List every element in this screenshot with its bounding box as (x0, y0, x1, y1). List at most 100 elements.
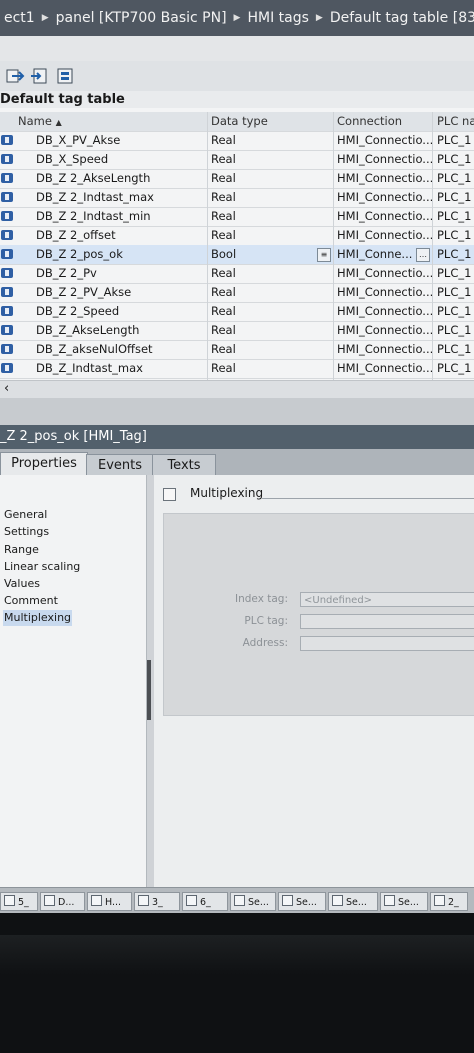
data-type-cell[interactable]: Real (207, 283, 333, 302)
scroll-left-icon[interactable]: ‹ (4, 381, 9, 396)
tag-name-cell[interactable]: DB_X_PV_Akse (17, 131, 207, 150)
nav-linear-scaling[interactable]: Linear scaling (3, 559, 81, 575)
connection-cell[interactable]: HMI_Connectio... (333, 150, 432, 169)
splitter-grip[interactable] (147, 660, 151, 720)
column-header-name[interactable]: Name ▲ (17, 112, 207, 131)
data-type-cell[interactable]: Real (207, 226, 333, 245)
nav-settings[interactable]: Settings (3, 524, 50, 540)
tab-texts[interactable]: Texts (152, 454, 216, 476)
connection-cell[interactable]: HMI_Connectio... (333, 283, 432, 302)
connection-cell[interactable]: HMI_Connectio... (333, 359, 432, 378)
data-type-cell[interactable]: Real (207, 302, 333, 321)
taskbar-item[interactable]: Se... (278, 892, 326, 911)
address-field[interactable] (300, 636, 474, 651)
export-icon[interactable] (6, 67, 26, 85)
table-row[interactable]: DB_Z 2_Pv Real HMI_Connectio... PLC_1 (0, 264, 474, 284)
taskbar-item[interactable]: 2_ (430, 892, 468, 911)
plc-name-cell[interactable]: PLC_1 (432, 207, 474, 226)
data-type-cell[interactable]: Real (207, 207, 333, 226)
plc-name-cell[interactable]: PLC_1 (432, 283, 474, 302)
column-header-connection[interactable]: Connection (333, 112, 432, 131)
table-row[interactable]: DB_X_Speed Real HMI_Connectio... PLC_1 (0, 150, 474, 170)
tag-name-cell[interactable]: DB_Z_Indtast_max (17, 359, 207, 378)
insert-row-icon[interactable] (30, 67, 50, 85)
connection-picker-button[interactable]: … (416, 248, 430, 262)
nav-multiplexing[interactable]: Multiplexing (3, 610, 73, 626)
table-row[interactable]: DB_Z_AkseLength Real HMI_Connectio... PLC_1 (0, 321, 474, 341)
table-row[interactable]: DB_Z 2_offset Real HMI_Connectio... PLC_1 (0, 226, 474, 246)
taskbar-item[interactable]: H... (87, 892, 132, 911)
connection-cell[interactable]: HMI_Connectio... (333, 188, 432, 207)
index-tag-field[interactable]: <Undefined> (300, 592, 474, 607)
plc-name-cell[interactable]: PLC_1 (432, 169, 474, 188)
taskbar-item[interactable]: D... (40, 892, 85, 911)
plc-name-cell[interactable]: PLC_1 (432, 321, 474, 340)
plc-name-cell[interactable]: PLC_1 (432, 340, 474, 359)
data-type-cell[interactable]: Real (207, 150, 333, 169)
horizontal-scrollbar[interactable]: ‹ (0, 380, 474, 399)
taskbar-item[interactable]: 6_ (182, 892, 228, 911)
tab-events[interactable]: Events (86, 454, 154, 476)
plc-name-cell[interactable]: PLC_1 (432, 359, 474, 378)
data-type-cell[interactable]: Real (207, 131, 333, 150)
plc-name-cell[interactable]: PLC_1 (432, 264, 474, 283)
nav-range[interactable]: Range (3, 542, 40, 558)
tag-name-cell[interactable]: DB_Z 2_AkseLength (17, 169, 207, 188)
taskbar-item[interactable]: Se... (230, 892, 276, 911)
connection-cell[interactable]: HMI_Connectio... (333, 302, 432, 321)
plc-name-cell[interactable]: PLC_1 (432, 226, 474, 245)
tab-properties[interactable]: Properties (0, 452, 88, 476)
data-type-cell[interactable]: Real (207, 188, 333, 207)
table-row[interactable]: DB_X_PV_Akse Real HMI_Connectio... PLC_1 (0, 131, 474, 151)
nav-values[interactable]: Values (3, 576, 41, 592)
multiplexing-checkbox[interactable] (163, 488, 176, 501)
connection-cell[interactable]: HMI_Connectio... (333, 169, 432, 188)
plc-name-cell[interactable]: PLC_1 (432, 150, 474, 169)
data-type-cell[interactable]: Real (207, 359, 333, 378)
column-header-data-type[interactable]: Data type (207, 112, 333, 131)
taskbar-item[interactable]: Se... (328, 892, 378, 911)
taskbar-item[interactable]: Se... (380, 892, 428, 911)
connection-cell[interactable]: HMI_Connectio... (333, 340, 432, 359)
data-type-cell[interactable]: Real (207, 340, 333, 359)
tag-name-cell[interactable]: DB_Z 2_Pv (17, 264, 207, 283)
connection-cell[interactable]: HMI_Connectio... (333, 207, 432, 226)
table-row[interactable]: DB_Z 2_Speed Real HMI_Connectio... PLC_1 (0, 302, 474, 322)
plc-name-cell[interactable]: PLC_1 (432, 188, 474, 207)
data-type-cell[interactable]: Real (207, 264, 333, 283)
breadcrumb-project[interactable]: ect1 (0, 10, 39, 26)
tag-name-cell[interactable]: DB_Z 2_Indtast_max (17, 188, 207, 207)
table-row[interactable]: DB_Z_Indtast_max Real HMI_Connectio... PLC_… (0, 359, 474, 379)
nav-general[interactable]: General (3, 507, 48, 523)
tag-name-cell[interactable]: DB_Z_akseNulOffset (17, 340, 207, 359)
breadcrumb-device[interactable]: panel [KTP700 Basic PN] (52, 10, 231, 26)
taskbar-item[interactable]: 3_ (134, 892, 180, 911)
tag-name-cell[interactable]: DB_Z 2_Indtast_min (17, 207, 207, 226)
tag-name-cell[interactable]: DB_Z_AkseLength (17, 321, 207, 340)
table-row[interactable]: DB_Z 2_PV_Akse Real HMI_Connectio... PLC_1 (0, 283, 474, 303)
connection-cell[interactable]: HMI_Connectio... (333, 226, 432, 245)
table-row[interactable]: DB_Z 2_pos_ok Bool HMI_Conne... PLC_1 ≡… (0, 245, 474, 265)
data-type-picker-button[interactable]: ≡ (317, 248, 331, 262)
tag-name-cell[interactable]: DB_X_Speed (17, 150, 207, 169)
table-row[interactable]: DB_Z 2_Indtast_max Real HMI_Connectio... PL… (0, 188, 474, 208)
column-header-plc-name[interactable]: PLC na (432, 112, 474, 131)
tag-name-cell[interactable]: DB_Z 2_PV_Akse (17, 283, 207, 302)
plc-name-cell[interactable]: PLC_1 (432, 302, 474, 321)
table-row[interactable]: DB_Z 2_AkseLength Real HMI_Connectio... PLC… (0, 169, 474, 189)
table-row[interactable]: DB_Z_akseNulOffset Real HMI_Connectio... PL… (0, 340, 474, 360)
data-type-cell[interactable]: Real (207, 321, 333, 340)
plc-name-cell[interactable]: PLC_1 (432, 245, 474, 264)
tag-name-cell[interactable]: DB_Z 2_offset (17, 226, 207, 245)
taskbar-item[interactable]: 5_ (0, 892, 38, 911)
plc-tag-field[interactable] (300, 614, 474, 629)
breadcrumb-hmi-tags[interactable]: HMI tags (243, 10, 312, 26)
tag-name-cell[interactable]: DB_Z 2_pos_ok (17, 245, 207, 264)
connection-cell[interactable]: HMI_Connectio... (333, 131, 432, 150)
plc-name-cell[interactable]: PLC_1 (432, 131, 474, 150)
connection-cell[interactable]: HMI_Connectio... (333, 264, 432, 283)
data-type-cell[interactable]: Real (207, 169, 333, 188)
tag-name-cell[interactable]: DB_Z 2_Speed (17, 302, 207, 321)
table-row[interactable]: DB_Z 2_Indtast_min Real HMI_Connectio... PL… (0, 207, 474, 227)
nav-comment[interactable]: Comment (3, 593, 59, 609)
